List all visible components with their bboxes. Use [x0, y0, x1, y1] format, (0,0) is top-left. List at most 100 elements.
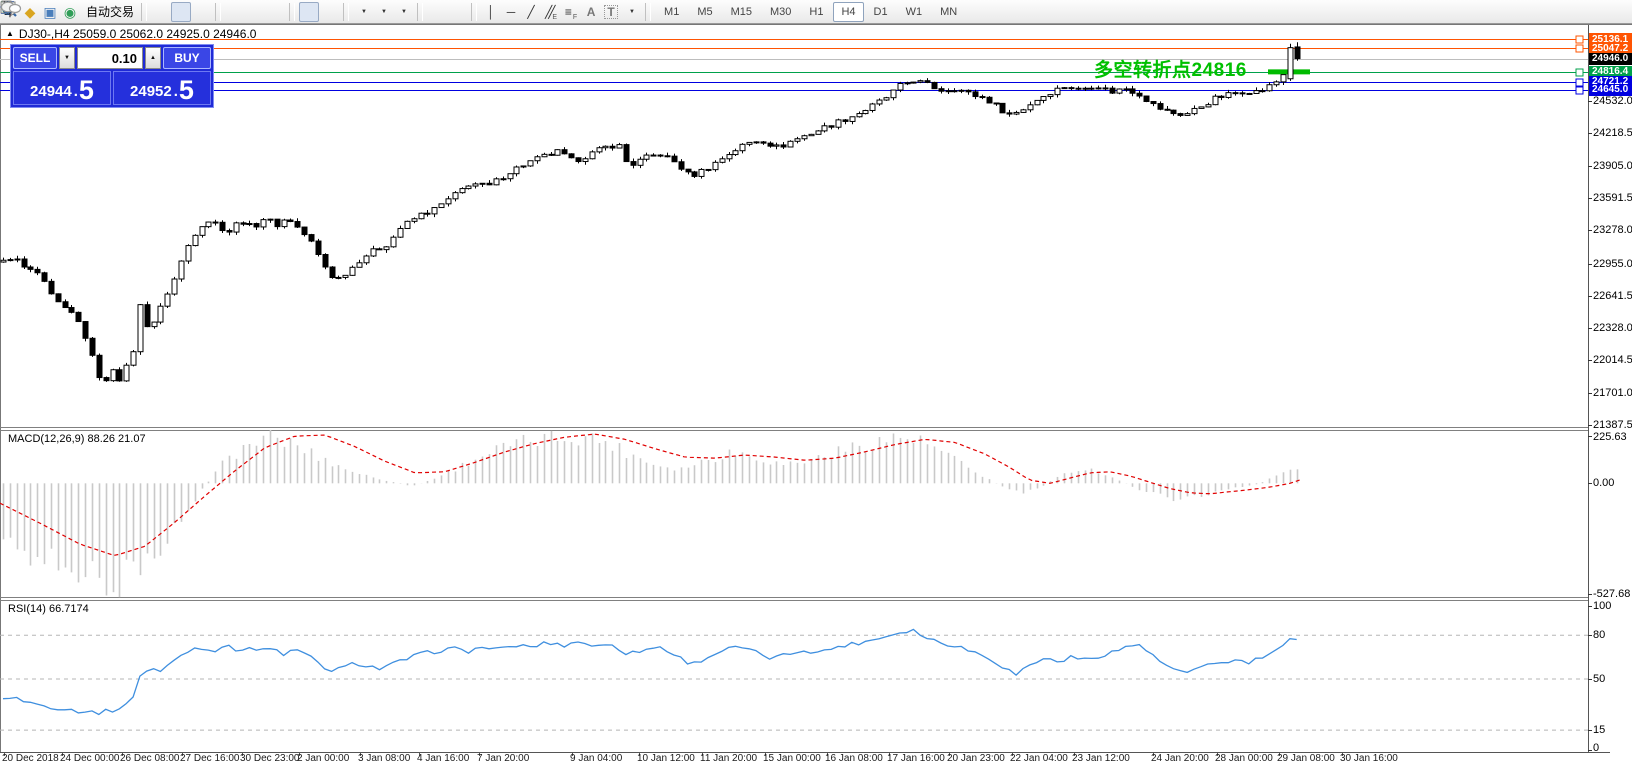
timeframe-h1-button[interactable]: H1: [801, 2, 831, 22]
volume-input[interactable]: 0.10: [77, 47, 143, 69]
volume-up-button[interactable]: ▲: [145, 47, 161, 69]
text-tool-button[interactable]: A: [581, 2, 601, 22]
navigator-button[interactable]: ◉: [60, 2, 80, 22]
bar-chart-type-button[interactable]: [2, 1, 171, 22]
templates-button[interactable]: ▼: [0, 1, 413, 22]
horizontal-line-icon: ─: [506, 4, 516, 19]
macd-histogram: [2, 429, 1299, 598]
buy-price[interactable]: 24952 . 5: [113, 71, 211, 105]
timeframe-m5-button[interactable]: M5: [689, 2, 720, 22]
toolbar-separator: [471, 2, 478, 21]
time-axis-label: 17 Jan 16:00: [887, 753, 945, 763]
fibonacci-icon: ≡: [564, 4, 572, 19]
time-axis-label: 9 Jan 04:00: [570, 753, 623, 763]
time-axis-label: 4 Jan 16:00: [417, 753, 470, 763]
text-tool-icon: A: [586, 4, 596, 19]
trendline-icon: ╱: [527, 4, 535, 19]
macd-scale-label: -527.68: [1593, 588, 1631, 600]
buy-price-main: 24952: [130, 83, 172, 100]
buy-price-frac: 5: [178, 75, 194, 106]
market-watch-button[interactable]: ◆: [20, 2, 40, 22]
periods-button[interactable]: ▼: [1, 1, 393, 22]
pivot-annotation[interactable]: 多空转折点24816: [1094, 55, 1247, 82]
vertical-line-tool-button[interactable]: │: [481, 2, 501, 22]
rsi-scale-label: 100: [1593, 600, 1612, 612]
autotrading-button[interactable]: 自动交易: [2, 2, 137, 22]
timeframe-m15-button[interactable]: M15: [723, 2, 760, 22]
mt4-window: 单 ◆ ▣ ◉ 自动交易: [0, 0, 1632, 763]
timeframe-d1-button[interactable]: D1: [866, 2, 896, 22]
time-axis-label: 3 Jan 08:00: [358, 753, 411, 763]
time-axis-label: 29 Jan 08:00: [1277, 753, 1335, 763]
time-axis-label: 16 Jan 08:00: [825, 753, 883, 763]
timeframe-m30-button[interactable]: M30: [762, 2, 799, 22]
chevron-down-icon: ▼: [361, 8, 367, 15]
chart-shift-button[interactable]: [1, 1, 339, 22]
cursor-tool-button[interactable]: [4, 1, 447, 22]
spin-up-icon: ▲: [150, 55, 156, 61]
channel-icon: ╱╱: [544, 4, 556, 19]
time-axis-label: 20 Dec 2018: [2, 753, 59, 763]
data-window-button[interactable]: ▣: [40, 2, 60, 22]
time-axis-label: 28 Jan 00:00: [1215, 753, 1273, 763]
line-chart-type-button[interactable]: [0, 2, 211, 22]
toolbar-separator: [343, 2, 350, 21]
time-axis-label: 7 Jan 20:00: [477, 753, 530, 763]
axis-ticks: [4, 101, 1592, 756]
toolbar-separator: [645, 2, 652, 21]
time-axis-label: 30 Dec 23:00: [240, 753, 300, 763]
price-tick-label: 23591.5: [1593, 192, 1632, 205]
price-tick-label: 21387.5: [1593, 419, 1632, 431]
spin-down-icon: ▼: [64, 55, 70, 61]
timeframe-m1-button[interactable]: M1: [656, 2, 687, 22]
channel-sub-label: E: [552, 13, 558, 21]
fibonacci-sub-label: F: [572, 13, 578, 21]
sell-price-frac: 5: [78, 75, 94, 106]
macd-scale-label: 225.63: [1593, 431, 1627, 443]
price-line-label: 24645.0: [1589, 83, 1632, 96]
time-axis-label: 10 Jan 12:00: [637, 753, 695, 763]
chevron-down-icon: ▼: [629, 8, 635, 15]
chart-title-row: ▲ DJ30-,H4 25059.0 25062.0 24925.0 24946…: [6, 27, 256, 41]
sell-price-dot: .: [73, 83, 78, 100]
macd-scale-label: 0.00: [1593, 477, 1615, 490]
timeframe-w1-button[interactable]: W1: [898, 2, 931, 22]
fibonacci-tool-button[interactable]: ≡ F: [561, 2, 581, 22]
label-tool-button[interactable]: T: [601, 2, 621, 22]
timeframe-mn-button[interactable]: MN: [932, 2, 965, 22]
rsi-level-lines: [0, 634, 1588, 731]
price-tick-label: 22955.0: [1593, 257, 1632, 270]
buy-button[interactable]: BUY: [163, 47, 211, 69]
price-tick-label: 23278.0: [1593, 224, 1632, 237]
vertical-line-icon: │: [487, 4, 495, 19]
chart-canvas[interactable]: [0, 0, 1632, 763]
indicators-button[interactable]: ▼: [1, 0, 373, 22]
one-click-collapse-icon[interactable]: ▲: [6, 30, 14, 38]
price-lines[interactable]: [0, 35, 1588, 95]
shapes-tool-button[interactable]: ▼: [0, 2, 641, 22]
sell-button[interactable]: SELL: [13, 47, 57, 69]
crosshair-tool-button[interactable]: [1, 1, 467, 22]
price-tick-label: 22328.0: [1593, 322, 1632, 335]
toolbar-separator: [289, 2, 296, 21]
auto-scroll-button[interactable]: [1, 1, 320, 22]
volume-down-button[interactable]: ▼: [59, 47, 75, 69]
price-tick-label: 23905.0: [1593, 159, 1632, 172]
time-axis-label: 24 Dec 00:00: [60, 753, 120, 763]
time-axis-label: 24 Jan 20:00: [1151, 753, 1209, 763]
timeframe-h4-button[interactable]: H4: [833, 1, 864, 22]
zoom-in-button[interactable]: [1, 1, 245, 22]
horizontal-line-tool-button[interactable]: ─: [501, 2, 521, 22]
channel-tool-button[interactable]: ╱╱ E: [541, 2, 561, 22]
trendline-tool-button[interactable]: ╱: [521, 2, 541, 22]
rsi-scale-label: 80: [1593, 629, 1606, 642]
time-axis-label: 23 Jan 12:00: [1072, 753, 1130, 763]
price-tick-label: 22641.5: [1593, 289, 1632, 302]
tile-windows-button[interactable]: [1, 1, 285, 22]
zoom-out-button[interactable]: [1, 1, 265, 22]
chart-title: DJ30-,H4 25059.0 25062.0 24925.0 24946.0: [18, 27, 257, 41]
market-watch-icon: ◆: [24, 3, 36, 20]
time-axis-label: 15 Jan 00:00: [763, 753, 821, 763]
sell-price[interactable]: 24944 . 5: [13, 71, 111, 105]
candlestick-chart-type-button[interactable]: [1, 1, 192, 22]
